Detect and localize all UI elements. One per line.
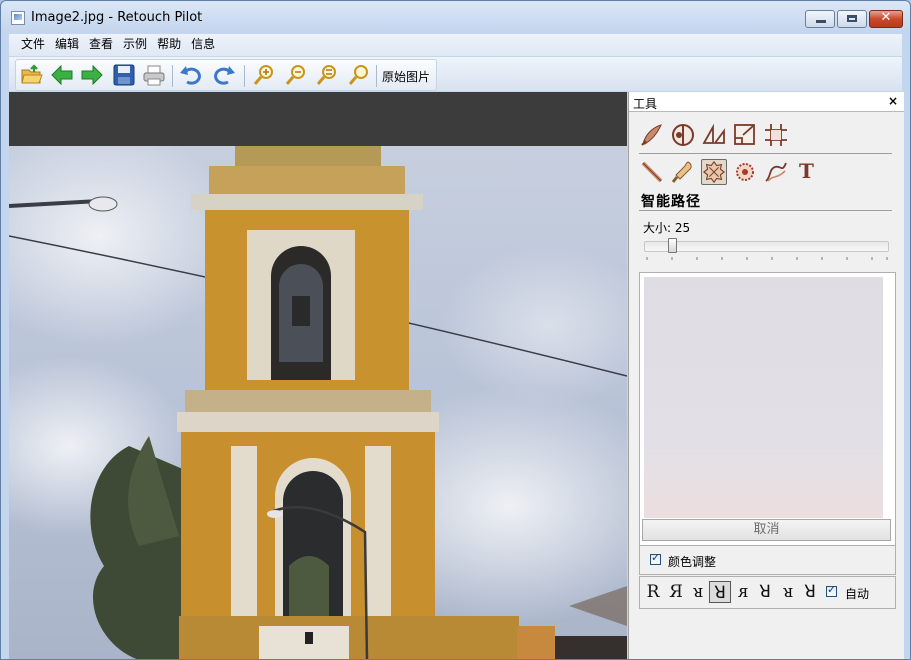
close-icon: ✕ xyxy=(880,10,892,25)
size-label: 大小: 25 xyxy=(643,221,691,235)
curve-icon[interactable] xyxy=(763,159,789,185)
menu-help[interactable]: 帮助 xyxy=(154,34,184,55)
menu-examples[interactable]: 示例 xyxy=(120,34,150,55)
open-icon[interactable] xyxy=(20,64,44,86)
shape-option[interactable]: ꓤ xyxy=(754,581,776,603)
toolbar-separator xyxy=(244,65,245,87)
shape-option[interactable]: ᴚ xyxy=(687,581,709,603)
tools-panel: 工具 × T 智能路径 大小: 25 取消 ✓ 颜色调整 R Я ᴚ ꓤ ᴙ ꓤ… xyxy=(628,92,904,659)
undo-icon[interactable] xyxy=(179,64,203,86)
tools-panel-header: 工具 × xyxy=(629,92,904,112)
color-adjust-label: 颜色调整 xyxy=(668,555,717,569)
original-image-button[interactable]: 原始图片 xyxy=(382,68,430,85)
slider-ticks xyxy=(646,257,888,260)
shape-option[interactable]: ꓤ xyxy=(799,581,821,603)
auto-label: 自动 xyxy=(845,587,870,601)
tool-title: 智能路径 xyxy=(641,194,701,210)
photo-bell-tower xyxy=(9,146,627,659)
tools-panel-title: 工具 xyxy=(633,97,658,111)
save-icon[interactable] xyxy=(112,64,136,86)
crop-icon[interactable] xyxy=(732,122,758,148)
window-title: Image2.jpg - Retouch Pilot xyxy=(31,10,203,25)
color-adjust-row: 颜色调整 xyxy=(639,545,896,575)
preview-image xyxy=(644,277,883,518)
zoom-actual-icon[interactable] xyxy=(347,64,371,86)
app-icon xyxy=(11,11,25,25)
divider xyxy=(639,210,892,211)
shape-option-selected[interactable]: ꓤ xyxy=(709,581,731,603)
app-window: Image2.jpg - Retouch Pilot ✕ 文件 编辑 查看 示例 帮助信… xyxy=(0,0,911,660)
title-bar[interactable]: Image2.jpg - Retouch Pilot ✕ xyxy=(1,1,910,34)
perspective-icon[interactable] xyxy=(701,122,727,148)
forward-icon[interactable] xyxy=(80,64,104,86)
toolbar-separator xyxy=(172,65,173,87)
divider xyxy=(639,153,892,154)
cancel-button[interactable]: 取消 xyxy=(642,519,891,541)
shape-option[interactable]: Я xyxy=(665,581,687,603)
size-slider-thumb[interactable] xyxy=(668,238,677,253)
brush-shape-row: R Я ᴚ ꓤ ᴙ ꓤ ᴚ ꓤ 自动 xyxy=(639,576,896,609)
color-adjust-checkbox[interactable] xyxy=(650,551,661,565)
toolbar-separator xyxy=(376,65,377,87)
paint-brush-icon[interactable] xyxy=(670,159,696,185)
auto-checkbox[interactable] xyxy=(826,583,837,597)
shape-option[interactable]: ᴙ xyxy=(732,581,754,603)
toolbar: 原始图片 xyxy=(9,57,902,91)
shape-option[interactable]: R xyxy=(642,581,664,603)
color-wheel-icon[interactable] xyxy=(670,122,696,148)
image-canvas[interactable] xyxy=(9,92,627,659)
back-icon[interactable] xyxy=(50,64,74,86)
menu-file[interactable]: 文件 xyxy=(18,34,48,55)
shape-option[interactable]: ᴚ xyxy=(777,581,799,603)
menu-view[interactable]: 查看 xyxy=(86,34,116,55)
toolbar-group: 原始图片 xyxy=(15,59,437,91)
zoom-fit-icon[interactable] xyxy=(315,64,339,86)
size-slider[interactable] xyxy=(644,241,889,252)
text-tool-glyph: T xyxy=(799,159,814,183)
close-icon[interactable]: × xyxy=(888,94,898,108)
minimize-button[interactable] xyxy=(805,10,835,28)
pencil-icon[interactable] xyxy=(639,159,665,185)
menu-info[interactable]: 信息 xyxy=(188,34,218,55)
close-button[interactable]: ✕ xyxy=(869,10,903,28)
menu-bar: 文件 编辑 查看 示例 帮助 信息 xyxy=(9,34,902,57)
zoom-in-icon[interactable] xyxy=(252,64,276,86)
stamp-icon[interactable] xyxy=(732,159,758,185)
brush-tool-icon[interactable] xyxy=(639,122,665,148)
preview-panel: 取消 xyxy=(639,272,896,546)
menu-edit[interactable]: 编辑 xyxy=(52,34,82,55)
grid-icon[interactable] xyxy=(763,122,789,148)
text-icon[interactable]: T xyxy=(794,159,820,185)
zoom-out-icon[interactable] xyxy=(284,64,308,86)
redo-icon[interactable] xyxy=(212,64,236,86)
smart-path-icon[interactable] xyxy=(701,159,727,185)
print-icon[interactable] xyxy=(142,64,166,86)
maximize-button[interactable] xyxy=(837,10,867,28)
